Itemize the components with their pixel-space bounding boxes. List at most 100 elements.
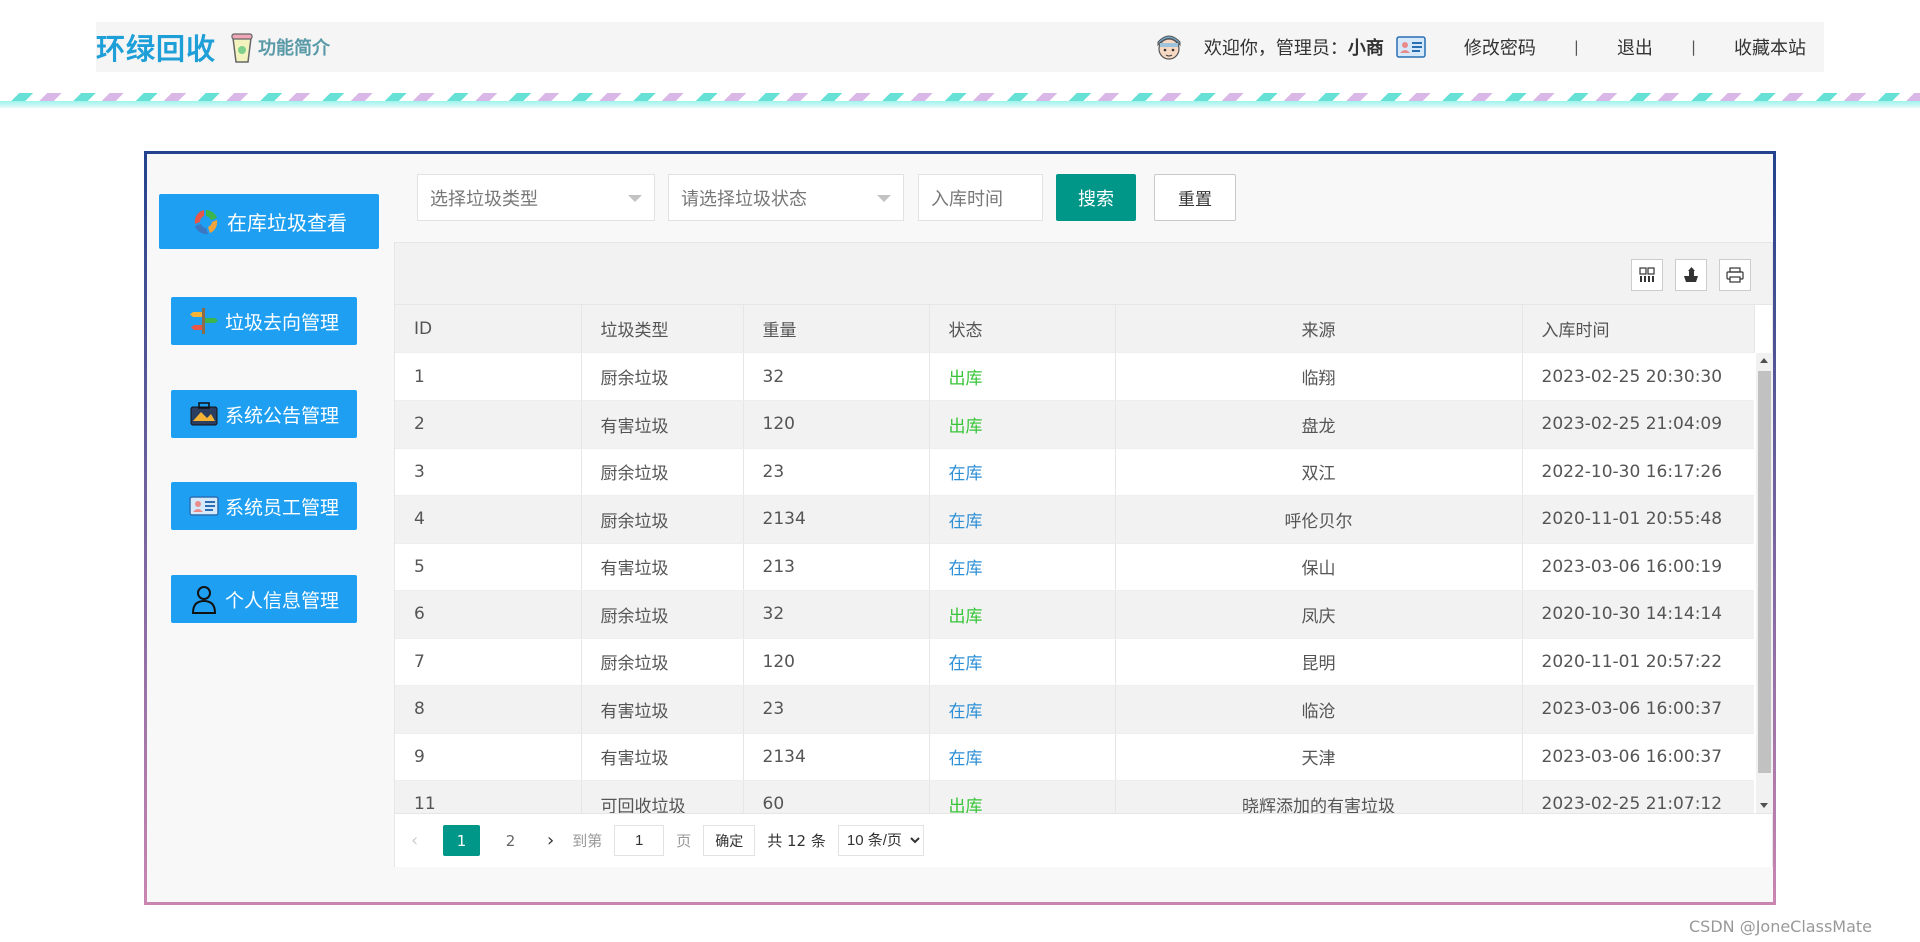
brand-logo-text: 环绿回收	[96, 32, 217, 66]
cell-type: 厨余垃圾	[581, 590, 744, 639]
cell-status: 出库	[929, 400, 1116, 449]
data-table: ID 垃圾类型 重量 状态 来源 入库时间 1 厨余垃圾 32 出库 临翔 2023-02…	[394, 242, 1773, 867]
scroll-up-icon[interactable]	[1760, 358, 1768, 363]
id-badge-icon	[1396, 36, 1426, 58]
divider-glow	[0, 101, 1920, 108]
print-icon[interactable]	[1719, 259, 1751, 291]
nav-separator: |	[1573, 38, 1579, 56]
scroll-down-icon[interactable]	[1760, 803, 1768, 808]
cell-id: 2	[395, 400, 582, 449]
welcome-prefix: 欢迎你，管理员：	[1203, 38, 1348, 59]
column-header-status[interactable]: 状态	[929, 305, 1116, 353]
sidebar-item-destination[interactable]: 垃圾去向管理	[171, 297, 357, 345]
cell-type: 厨余垃圾	[581, 448, 744, 496]
date-input[interactable]: 入库时间	[918, 174, 1043, 221]
user-name: 小商	[1347, 38, 1384, 59]
status-select[interactable]: 请选择垃圾状态	[668, 174, 904, 221]
cell-weight: 213	[743, 543, 930, 591]
id-card-icon	[189, 491, 219, 521]
column-header-id[interactable]: ID	[395, 305, 582, 353]
table-row[interactable]: 8 有害垃圾 23 在库 临沧 2023-03-06 16:00:37	[395, 685, 1754, 734]
table-row[interactable]: 11 可回收垃圾 60 出库 晓辉添加的有害垃圾 2023-02-25 21:07:12	[395, 780, 1754, 813]
column-header-time[interactable]: 入库时间	[1522, 305, 1755, 353]
table-body-scroll[interactable]: 1 厨余垃圾 32 出库 临翔 2023-02-25 20:30:30 2 有害垃圾 120 出库…	[395, 353, 1754, 813]
cell-type: 可回收垃圾	[581, 780, 744, 813]
cell-type: 有害垃圾	[581, 400, 744, 449]
cell-time: 2023-03-06 16:00:37	[1522, 733, 1754, 781]
main-panel: 在库垃圾查看 垃圾去向管理 系统公告管理 系统员工管理 个人信息管理 选择垃圾类…	[144, 151, 1776, 905]
avatar-icon	[1154, 32, 1184, 62]
type-select[interactable]: 选择垃圾类型	[417, 174, 655, 221]
column-header-source[interactable]: 来源	[1115, 305, 1523, 353]
status-select-placeholder: 请选择垃圾状态	[681, 188, 807, 210]
column-header-type[interactable]: 垃圾类型	[581, 305, 744, 353]
table-row[interactable]: 1 厨余垃圾 32 出库 临翔 2023-02-25 20:30:30	[395, 353, 1754, 401]
table-row[interactable]: 9 有害垃圾 2134 在库 天津 2023-03-06 16:00:37	[395, 733, 1754, 781]
goto-page-input[interactable]	[614, 825, 665, 856]
cell-time: 2020-11-01 20:57:22	[1522, 638, 1754, 686]
cell-weight: 120	[743, 400, 930, 449]
sidebar-item-label: 系统员工管理	[224, 496, 339, 519]
type-select-placeholder: 选择垃圾类型	[430, 188, 538, 210]
cell-type: 有害垃圾	[581, 685, 744, 734]
cell-id: 8	[395, 685, 582, 734]
scroll-thumb[interactable]	[1758, 371, 1771, 773]
cell-id: 5	[395, 543, 582, 591]
table-row[interactable]: 6 厨余垃圾 32 出库 凤庆 2020-10-30 14:14:14	[395, 590, 1754, 639]
logout-link[interactable]: 退出	[1617, 34, 1653, 60]
goto-label: 到第	[572, 832, 603, 850]
reset-button[interactable]: 重置	[1154, 174, 1236, 221]
page-unit-label: 页	[676, 832, 692, 850]
chevron-right-icon[interactable]: ›	[547, 830, 554, 851]
export-icon[interactable]	[1675, 259, 1707, 291]
cell-time: 2023-02-25 20:30:30	[1522, 353, 1754, 401]
cell-weight: 32	[743, 590, 930, 639]
welcome-text: 欢迎你，管理员：小商	[1204, 34, 1384, 60]
page-size-select[interactable]: 10 条/页	[837, 825, 924, 856]
change-password-link[interactable]: 修改密码	[1464, 34, 1536, 60]
cell-type: 厨余垃圾	[581, 353, 744, 401]
sidebar-item-announcements[interactable]: 系统公告管理	[171, 390, 357, 438]
bookmark-link[interactable]: 收藏本站	[1734, 34, 1806, 60]
cell-source: 昆明	[1115, 638, 1523, 686]
sidebar-item-label: 系统公告管理	[224, 404, 339, 427]
cell-id: 4	[395, 495, 582, 544]
cell-time: 2023-03-06 16:00:37	[1522, 685, 1754, 734]
cell-weight: 23	[743, 685, 930, 734]
sidebar-item-label: 在库垃圾查看	[227, 211, 347, 235]
table-scrollbar[interactable]	[1756, 353, 1773, 813]
sidebar-item-staff[interactable]: 系统员工管理	[171, 482, 357, 530]
sidebar-item-profile[interactable]: 个人信息管理	[171, 575, 357, 623]
cell-weight: 120	[743, 638, 930, 686]
goto-confirm-button[interactable]: 确定	[703, 825, 756, 856]
column-header-weight[interactable]: 重量	[743, 305, 930, 353]
table-row[interactable]: 4 厨余垃圾 2134 在库 呼伦贝尔 2020-11-01 20:55:48	[395, 495, 1754, 544]
table-row[interactable]: 2 有害垃圾 120 出库 盘龙 2023-02-25 21:04:09	[395, 400, 1754, 449]
table-row[interactable]: 7 厨余垃圾 120 在库 昆明 2020-11-01 20:57:22	[395, 638, 1754, 686]
cell-time: 2023-02-25 21:07:12	[1522, 780, 1754, 813]
function-intro-link[interactable]: 功能简介	[258, 34, 330, 60]
signpost-icon	[189, 306, 219, 336]
person-icon	[189, 584, 219, 614]
cell-source: 临沧	[1115, 685, 1523, 734]
cell-status: 出库	[929, 780, 1116, 813]
user-nav: 欢迎你，管理员：小商 修改密码 | 退出 | 收藏本站	[1154, 22, 1806, 72]
cell-status: 出库	[929, 590, 1116, 639]
table-row[interactable]: 5 有害垃圾 213 在库 保山 2023-03-06 16:00:19	[395, 543, 1754, 591]
sidebar-item-inventory[interactable]: 在库垃圾查看	[159, 194, 379, 249]
cell-weight: 2134	[743, 495, 930, 544]
cell-source: 天津	[1115, 733, 1523, 781]
page-1-button[interactable]: 1	[443, 825, 480, 856]
table-header: ID 垃圾类型 重量 状态 来源 入库时间	[395, 305, 1755, 353]
table-row[interactable]: 3 厨余垃圾 23 在库 双江 2022-10-30 16:17:26	[395, 448, 1754, 496]
sidebar-item-label: 垃圾去向管理	[224, 311, 339, 334]
cell-source: 呼伦贝尔	[1115, 495, 1523, 544]
table-body: 1 厨余垃圾 32 出库 临翔 2023-02-25 20:30:30 2 有害垃圾 120 出库…	[395, 353, 1754, 813]
table-header-row: ID 垃圾类型 重量 状态 来源 入库时间	[395, 305, 1755, 353]
columns-icon[interactable]	[1631, 259, 1663, 291]
chevron-left-icon[interactable]: ‹	[411, 830, 431, 851]
briefcase-icon	[189, 399, 219, 429]
sidebar-item-label: 个人信息管理	[224, 589, 339, 612]
search-button[interactable]: 搜索	[1056, 174, 1136, 221]
page-2-button[interactable]: 2	[492, 825, 529, 856]
